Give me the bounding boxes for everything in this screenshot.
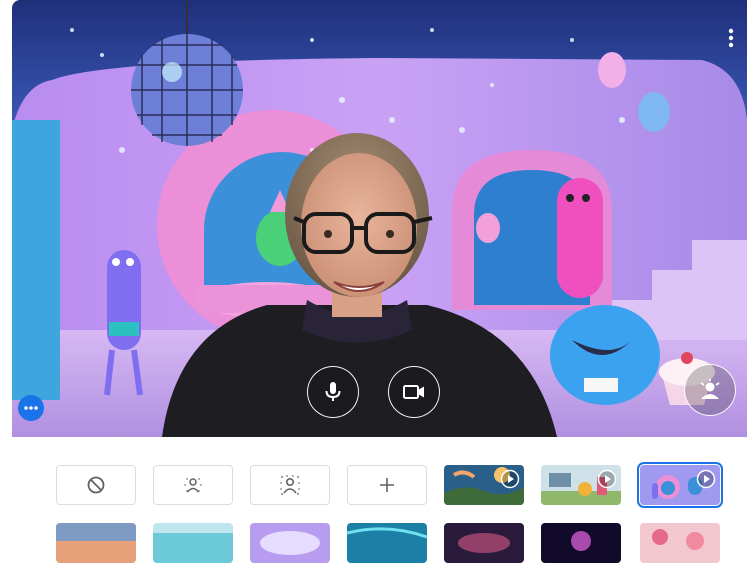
clouds-background-option[interactable] bbox=[250, 523, 330, 563]
underwater-thumbnail bbox=[347, 523, 427, 563]
extra-options-button[interactable] bbox=[18, 395, 44, 421]
video-preview bbox=[12, 0, 747, 437]
video-camera-icon bbox=[403, 385, 424, 399]
animated-indicator-icon bbox=[696, 469, 716, 489]
classroom-background-option[interactable] bbox=[541, 465, 621, 505]
beach-thumbnail bbox=[153, 523, 233, 563]
more-options-button[interactable] bbox=[721, 20, 741, 56]
beach-background-option[interactable] bbox=[153, 523, 233, 563]
apply-visual-effects-button[interactable] bbox=[684, 364, 736, 416]
clouds-thumbnail bbox=[250, 523, 330, 563]
upload-background-option[interactable] bbox=[347, 465, 427, 505]
party-background-scene bbox=[12, 0, 747, 437]
animated-indicator-icon bbox=[500, 469, 520, 489]
slight-blur-icon bbox=[184, 478, 202, 493]
plus-icon bbox=[380, 478, 394, 492]
underwater-background-option[interactable] bbox=[347, 523, 427, 563]
flowers-background-option[interactable] bbox=[640, 523, 720, 563]
flowers-thumbnail bbox=[640, 523, 720, 563]
no-effect-icon bbox=[87, 476, 105, 494]
slight-blur-option[interactable] bbox=[153, 465, 233, 505]
magical-forest-background-option[interactable] bbox=[444, 465, 524, 505]
sunset-thumbnail bbox=[56, 523, 136, 563]
no-effect-option[interactable] bbox=[56, 465, 136, 505]
microphone-button[interactable] bbox=[307, 366, 359, 418]
party-background-option[interactable] bbox=[637, 462, 723, 508]
microphone-icon bbox=[325, 382, 341, 401]
galaxy-background-option[interactable] bbox=[444, 523, 524, 563]
animated-indicator-icon bbox=[597, 469, 617, 489]
more-horiz-icon bbox=[24, 406, 38, 410]
camera-button[interactable] bbox=[388, 366, 440, 418]
more-vert-icon bbox=[728, 28, 734, 48]
fireworks-thumbnail bbox=[541, 523, 621, 563]
fireworks-background-option[interactable] bbox=[541, 523, 621, 563]
sunset-background-option[interactable] bbox=[56, 523, 136, 563]
person-effects-icon bbox=[700, 379, 720, 399]
blur-icon bbox=[280, 475, 300, 496]
galaxy-thumbnail bbox=[444, 523, 524, 563]
blur-option[interactable] bbox=[250, 465, 330, 505]
